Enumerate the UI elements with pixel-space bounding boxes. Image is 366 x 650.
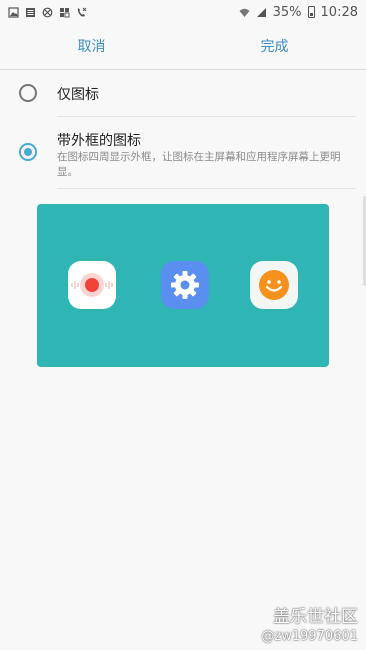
grid-notification-icon: [59, 7, 70, 18]
signal-icon: [256, 7, 267, 18]
option-framed-icons-label: 带外框的图标: [57, 133, 141, 149]
watermark: 盖乐世社区 @zw19970601: [261, 602, 358, 644]
clock: 10:28: [320, 4, 358, 20]
watermark-user: @zw19970601: [261, 629, 358, 644]
status-right: 35% 10:28: [239, 5, 358, 20]
option-framed-icons-description: 在图标四周显示外框，让图标在主屏幕和应用程序屏幕上更明显。: [57, 151, 341, 178]
cancel-button[interactable]: 取消: [0, 24, 183, 70]
image-notification-icon: [8, 6, 19, 18]
blocked-notification-icon: [42, 7, 53, 18]
option-icons-only[interactable]: 仅图标: [0, 70, 366, 116]
missed-call-icon: [76, 7, 87, 18]
radio-framed-icons[interactable]: [19, 143, 37, 161]
option-framed-icons[interactable]: 带外框的图标 在图标四周显示外框，让图标在主屏幕和应用程序屏幕上更明显。: [0, 117, 366, 189]
battery-percent: 35%: [272, 4, 302, 20]
message-notification-icon: [25, 7, 36, 18]
radio-icons-only[interactable]: [19, 84, 37, 102]
option-icons-only-label: 仅图标: [57, 87, 99, 103]
smiley-icon: [250, 261, 298, 309]
divider: [57, 188, 356, 189]
done-button[interactable]: 完成: [183, 24, 366, 70]
icon-frame-preview: [37, 204, 329, 367]
status-bar: 35% 10:28: [0, 0, 366, 24]
battery-icon: [307, 6, 315, 18]
wifi-icon: [239, 7, 250, 18]
settings-icon: [161, 261, 209, 309]
action-bar: 取消 完成: [0, 24, 366, 70]
watermark-community: 盖乐世社区: [273, 607, 358, 627]
status-left: [8, 6, 87, 18]
voice-recorder-icon: [68, 261, 116, 309]
